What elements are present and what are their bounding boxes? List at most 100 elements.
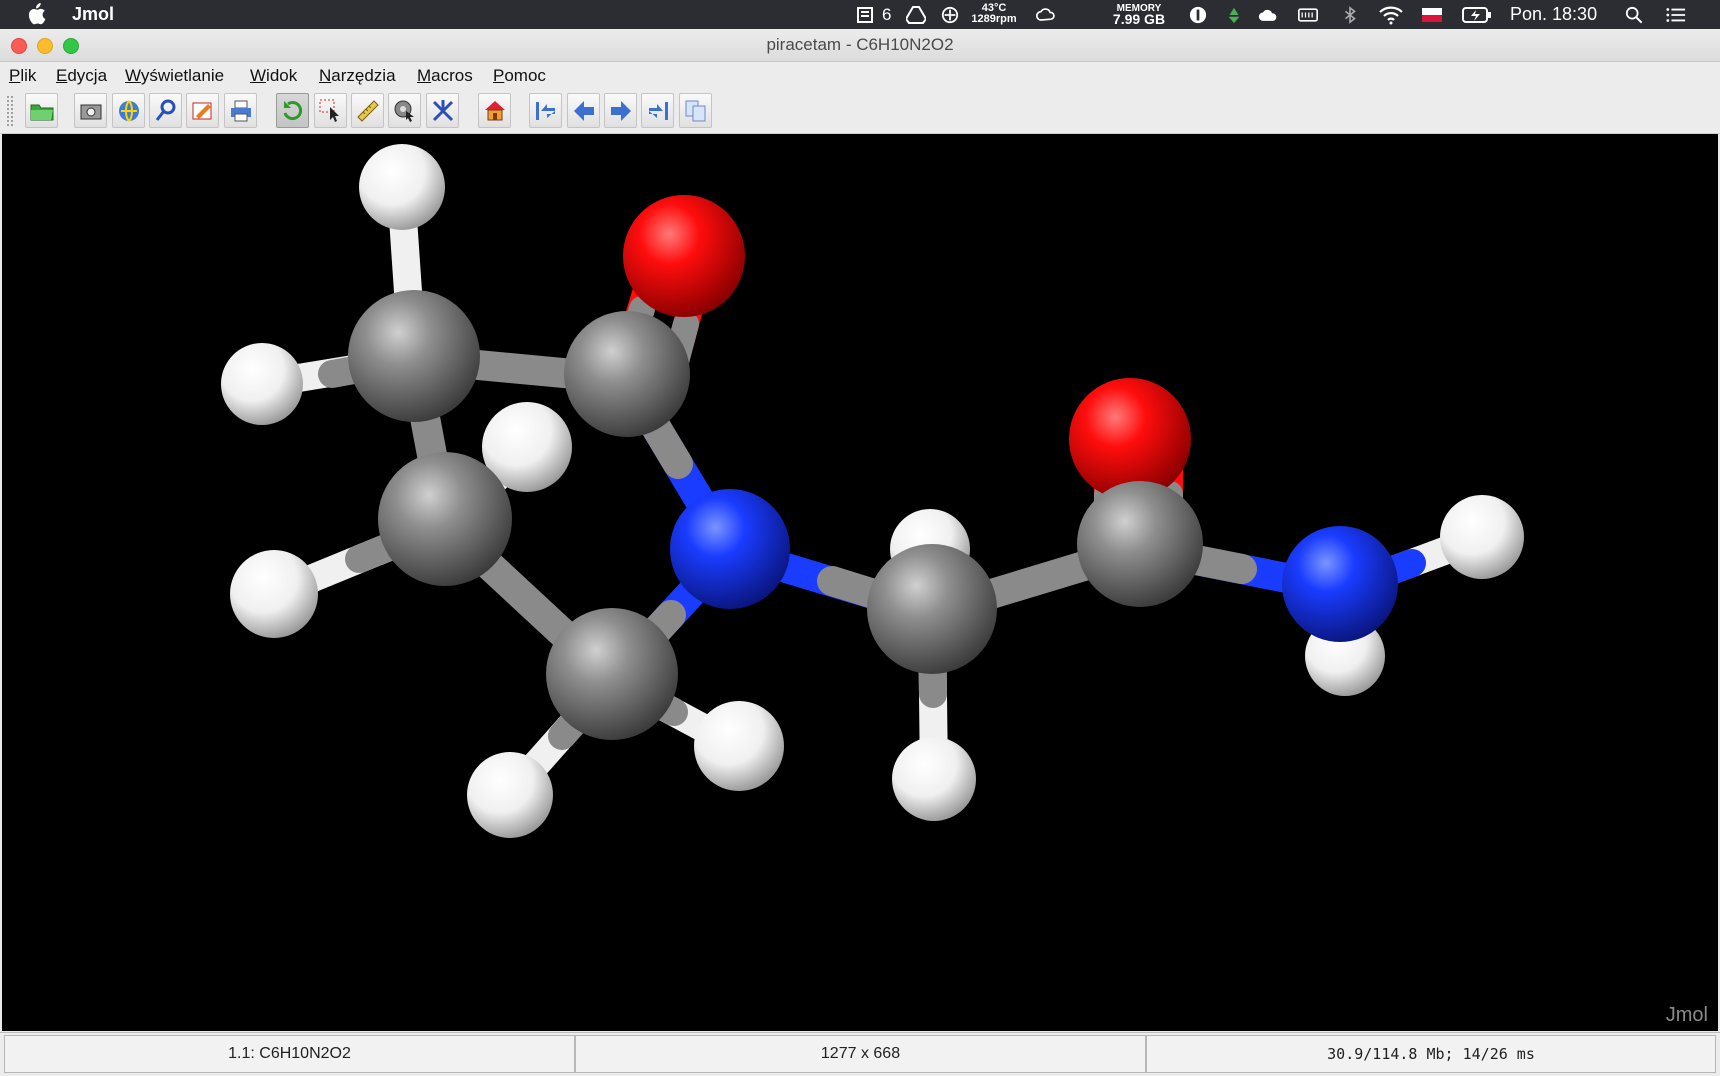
menu-macros-mnemonic: M [417,66,432,85]
menu-widok-mnemonic: W [250,66,267,85]
last-frame-button[interactable] [641,93,674,128]
toolbar-grip[interactable] [6,95,14,127]
menu-wyswietlanie-mnemonic: W [125,66,141,85]
menu-widok-label: idok [266,66,298,85]
perspective-button[interactable] [426,93,459,128]
creative-cloud-icon[interactable] [1036,3,1056,26]
menu-pomoc-label: omoc [504,66,546,85]
measure-button[interactable] [351,93,384,128]
rotate-button[interactable] [276,93,309,128]
last-frame-icon [648,101,668,120]
menu-pomoc[interactable]: Pomoc [493,66,546,86]
atom-hydrogen [1440,495,1524,579]
cloud-icon[interactable] [1258,3,1278,26]
atom-hydrogen [230,550,318,638]
print-button[interactable] [224,93,257,128]
fan-icon[interactable] [940,3,960,26]
onepassword-icon[interactable] [1188,3,1208,26]
next-frame-button[interactable] [604,93,637,128]
atom-nitrogen [1282,526,1398,642]
menu-edycja-label: dycja [67,66,108,85]
axes-icon [432,99,453,121]
magnifier-icon [155,99,175,121]
cpu-temp-fan[interactable]: 43°C 1289rpm [966,3,1022,26]
home-icon [484,100,505,120]
menu-macros-label: acros [431,66,473,85]
menu-narzedzia[interactable]: Narzędzia [319,66,396,86]
toolbar [0,89,1720,134]
atom-hydrogen [359,144,445,230]
select-button[interactable] [314,93,347,128]
status-dimensions: 1277 x 668 [575,1035,1146,1073]
atom-hydrogen [467,752,553,838]
menu-wyswietlanie-label: yświetlanie [140,66,225,85]
status-model: 1.1: C6H10N2O2 [4,1035,575,1073]
memory-value: 7.99 GB [1112,11,1166,27]
www-button[interactable] [112,93,145,128]
status-memory-timing: 30.9/114.8 Mb; 14/26 ms [1146,1035,1716,1073]
battery-icon[interactable] [1462,3,1492,26]
atom-carbon [867,544,997,674]
home-button[interactable] [478,93,511,128]
search-icon[interactable] [1624,3,1644,26]
wifi-icon[interactable] [1378,3,1404,26]
atom-oxygen [623,195,745,317]
pick-center-button[interactable] [388,93,421,128]
previous-frame-button[interactable] [567,93,600,128]
first-frame-button[interactable] [529,93,562,128]
status-bar: 1.1: C6H10N2O2 1277 x 668 30.9/114.8 Mb;… [0,1032,1720,1076]
copy-icon [685,100,705,121]
menu-plik[interactable]: Plik [9,66,36,86]
atom-carbon [378,452,512,586]
globe-icon [118,99,139,122]
menu-edycja-mnemonic: E [56,66,68,85]
atom-carbon [1077,481,1203,607]
first-frame-icon [535,101,555,120]
molecule-viewer-canvas[interactable]: Jmol [2,134,1718,1031]
app-name[interactable]: Jmol [72,4,114,25]
clock[interactable]: Pon. 18:30 [1510,3,1597,26]
atom-carbon [564,311,690,437]
fan-speed-label: 1289rpm [971,13,1017,25]
window-title: piracetam - C6H10N2O2 [766,35,954,54]
list-icon[interactable] [1666,3,1686,26]
bluetooth-icon[interactable] [1340,3,1360,26]
atom-hydrogen [221,343,303,425]
screenshot-button[interactable] [74,93,107,128]
menu-narzedzia-mnemonic: N [319,66,332,85]
jmol-watermark: Jmol [1665,1004,1708,1026]
spyglass-button[interactable] [149,93,182,128]
atom-oxygen [1069,378,1191,500]
menu-narzedzia-label: arzędzia [331,66,396,85]
open-file-button[interactable] [25,93,58,128]
arrow-right-icon [610,100,631,121]
memory-monitor[interactable]: MEMORY 7.99 GB [1106,3,1172,26]
notifications-count: 6 [882,4,892,24]
app-menubar: Plik Edycja Wyświetlanie Widok Narzędzia… [0,62,1720,89]
menu-widok[interactable]: Widok [250,66,297,86]
ruler-icon [356,99,379,122]
window-titlebar[interactable]: piracetam - C6H10N2O2 [0,29,1720,62]
atom-hydrogen [694,701,784,791]
drive-icon[interactable] [906,3,926,26]
apple-icon[interactable] [26,3,46,25]
stack-icon[interactable] [856,3,876,26]
flag-icon[interactable] [1422,3,1442,26]
recycle-icon[interactable] [1224,3,1244,26]
menu-macros[interactable]: Macros [417,66,473,86]
target-cursor-icon [394,100,414,122]
camera-icon [80,104,101,119]
molecule-render[interactable] [2,134,1718,1031]
menu-wyswietlanie[interactable]: Wyświetlanie [125,66,224,86]
atom-nitrogen [670,489,790,609]
copy-button[interactable] [679,93,712,128]
atom-hydrogen [892,737,976,821]
edit-script-button[interactable] [186,93,219,128]
system-menubar: Jmol 6 43°C 1289rpm MEMORY 7.99 GB Pon. … [0,0,1720,29]
atom-carbon [546,608,678,740]
menu-plik-mnemonic: P [9,66,21,85]
keyboard-icon[interactable] [1298,3,1318,26]
menu-edycja[interactable]: Edycja [56,66,107,86]
menu-plik-label: lik [20,66,37,85]
printer-icon [230,100,251,121]
